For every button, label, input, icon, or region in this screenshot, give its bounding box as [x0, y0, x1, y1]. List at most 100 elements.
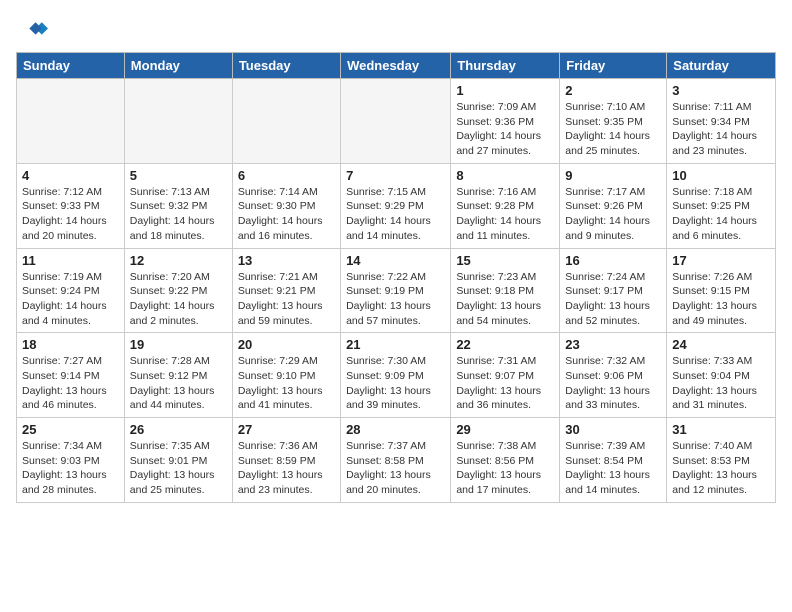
day-info: Sunrise: 7:16 AM Sunset: 9:28 PM Dayligh…	[456, 185, 554, 244]
day-number: 7	[346, 168, 445, 183]
calendar-cell: 22 Sunrise: 7:31 AM Sunset: 9:07 PM Dayli…	[451, 333, 560, 418]
day-info: Sunrise: 7:12 AM Sunset: 9:33 PM Dayligh…	[22, 185, 119, 244]
calendar-wrap: SundayMondayTuesdayWednesdayThursdayFrid…	[0, 52, 792, 511]
day-info: Sunrise: 7:35 AM Sunset: 9:01 PM Dayligh…	[130, 439, 227, 498]
day-info: Sunrise: 7:26 AM Sunset: 9:15 PM Dayligh…	[672, 270, 770, 329]
day-number: 2	[565, 83, 661, 98]
day-info: Sunrise: 7:29 AM Sunset: 9:10 PM Dayligh…	[238, 354, 335, 413]
calendar-week-row: 25 Sunrise: 7:34 AM Sunset: 9:03 PM Dayli…	[17, 418, 776, 503]
day-number: 28	[346, 422, 445, 437]
calendar-cell: 6 Sunrise: 7:14 AM Sunset: 9:30 PM Daylig…	[232, 163, 340, 248]
calendar-week-row: 1 Sunrise: 7:09 AM Sunset: 9:36 PM Daylig…	[17, 79, 776, 164]
calendar-cell: 20 Sunrise: 7:29 AM Sunset: 9:10 PM Dayli…	[232, 333, 340, 418]
day-info: Sunrise: 7:22 AM Sunset: 9:19 PM Dayligh…	[346, 270, 445, 329]
calendar-cell: 1 Sunrise: 7:09 AM Sunset: 9:36 PM Daylig…	[451, 79, 560, 164]
day-number: 5	[130, 168, 227, 183]
day-info: Sunrise: 7:31 AM Sunset: 9:07 PM Dayligh…	[456, 354, 554, 413]
calendar-cell: 15 Sunrise: 7:23 AM Sunset: 9:18 PM Dayli…	[451, 248, 560, 333]
day-number: 24	[672, 337, 770, 352]
day-number: 1	[456, 83, 554, 98]
day-number: 13	[238, 253, 335, 268]
day-info: Sunrise: 7:28 AM Sunset: 9:12 PM Dayligh…	[130, 354, 227, 413]
day-number: 21	[346, 337, 445, 352]
calendar-cell	[124, 79, 232, 164]
weekday-header: Tuesday	[232, 53, 340, 79]
calendar-cell: 7 Sunrise: 7:15 AM Sunset: 9:29 PM Daylig…	[341, 163, 451, 248]
day-number: 10	[672, 168, 770, 183]
day-info: Sunrise: 7:20 AM Sunset: 9:22 PM Dayligh…	[130, 270, 227, 329]
day-number: 20	[238, 337, 335, 352]
day-number: 15	[456, 253, 554, 268]
day-number: 25	[22, 422, 119, 437]
day-info: Sunrise: 7:40 AM Sunset: 8:53 PM Dayligh…	[672, 439, 770, 498]
day-info: Sunrise: 7:27 AM Sunset: 9:14 PM Dayligh…	[22, 354, 119, 413]
calendar-cell: 8 Sunrise: 7:16 AM Sunset: 9:28 PM Daylig…	[451, 163, 560, 248]
page-header	[0, 0, 792, 52]
calendar-cell: 29 Sunrise: 7:38 AM Sunset: 8:56 PM Dayli…	[451, 418, 560, 503]
weekday-header: Thursday	[451, 53, 560, 79]
day-info: Sunrise: 7:30 AM Sunset: 9:09 PM Dayligh…	[346, 354, 445, 413]
calendar-cell: 19 Sunrise: 7:28 AM Sunset: 9:12 PM Dayli…	[124, 333, 232, 418]
day-number: 31	[672, 422, 770, 437]
weekday-header: Wednesday	[341, 53, 451, 79]
day-number: 16	[565, 253, 661, 268]
calendar-cell: 2 Sunrise: 7:10 AM Sunset: 9:35 PM Daylig…	[560, 79, 667, 164]
calendar-cell: 31 Sunrise: 7:40 AM Sunset: 8:53 PM Dayli…	[667, 418, 776, 503]
day-number: 22	[456, 337, 554, 352]
calendar-cell: 17Sunrise: 7:26 AM Sunset: 9:15 PM Dayli…	[667, 248, 776, 333]
calendar-cell	[232, 79, 340, 164]
day-info: Sunrise: 7:15 AM Sunset: 9:29 PM Dayligh…	[346, 185, 445, 244]
day-info: Sunrise: 7:21 AM Sunset: 9:21 PM Dayligh…	[238, 270, 335, 329]
weekday-header: Sunday	[17, 53, 125, 79]
calendar-cell: 21 Sunrise: 7:30 AM Sunset: 9:09 PM Dayli…	[341, 333, 451, 418]
calendar-cell: 11Sunrise: 7:19 AM Sunset: 9:24 PM Dayli…	[17, 248, 125, 333]
weekday-header: Monday	[124, 53, 232, 79]
weekday-header: Friday	[560, 53, 667, 79]
day-number: 29	[456, 422, 554, 437]
calendar-cell: 27 Sunrise: 7:36 AM Sunset: 8:59 PM Dayli…	[232, 418, 340, 503]
calendar-cell: 16 Sunrise: 7:24 AM Sunset: 9:17 PM Dayli…	[560, 248, 667, 333]
day-info: Sunrise: 7:17 AM Sunset: 9:26 PM Dayligh…	[565, 185, 661, 244]
calendar-cell	[17, 79, 125, 164]
calendar-cell: 18 Sunrise: 7:27 AM Sunset: 9:14 PM Dayli…	[17, 333, 125, 418]
day-number: 4	[22, 168, 119, 183]
calendar-cell	[341, 79, 451, 164]
day-info: Sunrise: 7:10 AM Sunset: 9:35 PM Dayligh…	[565, 100, 661, 159]
calendar-week-row: 11Sunrise: 7:19 AM Sunset: 9:24 PM Dayli…	[17, 248, 776, 333]
calendar-cell: 23 Sunrise: 7:32 AM Sunset: 9:06 PM Dayli…	[560, 333, 667, 418]
day-number: 23	[565, 337, 661, 352]
day-number: 18	[22, 337, 119, 352]
weekday-header: Saturday	[667, 53, 776, 79]
calendar-cell: 14 Sunrise: 7:22 AM Sunset: 9:19 PM Dayli…	[341, 248, 451, 333]
day-info: Sunrise: 7:23 AM Sunset: 9:18 PM Dayligh…	[456, 270, 554, 329]
calendar-cell: 9Sunrise: 7:17 AM Sunset: 9:26 PM Daylig…	[560, 163, 667, 248]
day-info: Sunrise: 7:32 AM Sunset: 9:06 PM Dayligh…	[565, 354, 661, 413]
day-info: Sunrise: 7:18 AM Sunset: 9:25 PM Dayligh…	[672, 185, 770, 244]
calendar-cell: 28Sunrise: 7:37 AM Sunset: 8:58 PM Dayli…	[341, 418, 451, 503]
day-info: Sunrise: 7:38 AM Sunset: 8:56 PM Dayligh…	[456, 439, 554, 498]
day-number: 12	[130, 253, 227, 268]
day-info: Sunrise: 7:11 AM Sunset: 9:34 PM Dayligh…	[672, 100, 770, 159]
calendar-week-row: 18 Sunrise: 7:27 AM Sunset: 9:14 PM Dayli…	[17, 333, 776, 418]
day-info: Sunrise: 7:24 AM Sunset: 9:17 PM Dayligh…	[565, 270, 661, 329]
calendar-cell: 30Sunrise: 7:39 AM Sunset: 8:54 PM Dayli…	[560, 418, 667, 503]
calendar-week-row: 4 Sunrise: 7:12 AM Sunset: 9:33 PM Daylig…	[17, 163, 776, 248]
day-number: 19	[130, 337, 227, 352]
logo-icon	[20, 16, 48, 44]
day-info: Sunrise: 7:13 AM Sunset: 9:32 PM Dayligh…	[130, 185, 227, 244]
calendar-table: SundayMondayTuesdayWednesdayThursdayFrid…	[16, 52, 776, 503]
calendar-header-row: SundayMondayTuesdayWednesdayThursdayFrid…	[17, 53, 776, 79]
day-number: 30	[565, 422, 661, 437]
calendar-cell: 12 Sunrise: 7:20 AM Sunset: 9:22 PM Dayli…	[124, 248, 232, 333]
calendar-cell: 24Sunrise: 7:33 AM Sunset: 9:04 PM Dayli…	[667, 333, 776, 418]
day-info: Sunrise: 7:34 AM Sunset: 9:03 PM Dayligh…	[22, 439, 119, 498]
day-number: 8	[456, 168, 554, 183]
day-number: 14	[346, 253, 445, 268]
day-info: Sunrise: 7:14 AM Sunset: 9:30 PM Dayligh…	[238, 185, 335, 244]
day-number: 6	[238, 168, 335, 183]
logo	[20, 16, 52, 44]
day-info: Sunrise: 7:09 AM Sunset: 9:36 PM Dayligh…	[456, 100, 554, 159]
day-info: Sunrise: 7:36 AM Sunset: 8:59 PM Dayligh…	[238, 439, 335, 498]
day-number: 27	[238, 422, 335, 437]
day-info: Sunrise: 7:19 AM Sunset: 9:24 PM Dayligh…	[22, 270, 119, 329]
